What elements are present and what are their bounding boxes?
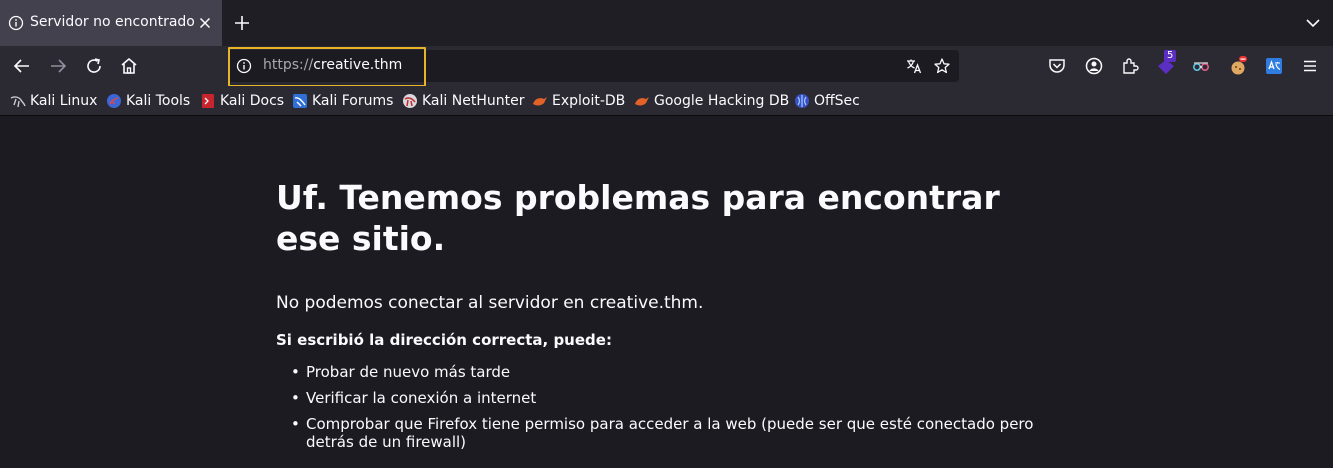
kali-forums-icon — [293, 94, 307, 108]
bookmark-kali-tools[interactable]: Kali Tools — [106, 92, 190, 110]
ghdb-icon — [635, 97, 649, 106]
bookmark-google-hacking-db[interactable]: Google Hacking DB — [634, 92, 789, 110]
bookmark-label: Exploit-DB — [552, 93, 626, 109]
translator-extension-icon[interactable] — [1264, 56, 1284, 76]
tab-strip: Servidor no encontrado — [0, 0, 1333, 46]
error-page: Uf. Tenemos problemas para encontrar ese… — [0, 117, 1333, 468]
forward-icon[interactable] — [48, 56, 68, 76]
bookmark-offsec[interactable]: OffSec — [794, 92, 860, 110]
bookmarks-toolbar: Kali Linux Kali Tools Kali Docs Kali For… — [0, 86, 1333, 116]
bookmark-label: Google Hacking DB — [654, 93, 790, 109]
close-tab-icon[interactable] — [196, 14, 214, 32]
account-icon[interactable] — [1084, 56, 1104, 76]
info-icon — [8, 15, 24, 31]
bookmark-exploit-db[interactable]: Exploit-DB — [532, 92, 625, 110]
url-host: creative.thm — [313, 57, 403, 73]
chevron-down-icon[interactable] — [1304, 14, 1322, 32]
error-title: Uf. Tenemos problemas para encontrar ese… — [276, 178, 1000, 258]
bookmark-label: Kali Tools — [126, 93, 191, 109]
bookmark-kali-docs[interactable]: Kali Docs — [200, 92, 284, 110]
extensions-icon[interactable] — [1120, 56, 1140, 76]
url-text[interactable]: https://creative.thm — [263, 57, 402, 73]
bookmark-label: Kali Docs — [220, 93, 285, 109]
suggestion-list: • Probar de nuevo más tarde • Verificar la… — [276, 363, 1056, 459]
active-tab[interactable]: Servidor no encontrado — [0, 0, 222, 46]
exploit-db-icon — [533, 97, 547, 106]
bookmark-kali-forums[interactable]: Kali Forums — [292, 92, 393, 110]
url-bar[interactable]: https://creative.thm — [228, 47, 959, 87]
glasses-extension-icon[interactable] — [1191, 56, 1211, 76]
kali-dragon-icon — [10, 96, 26, 108]
suggestion-text: Probar de nuevo más tarde — [306, 363, 511, 381]
error-description: No podemos conectar al servidor en creat… — [276, 293, 704, 313]
bookmark-star-icon[interactable] — [933, 57, 951, 75]
extension-purple[interactable]: 5 — [1156, 50, 1177, 76]
bookmark-label: Kali Forums — [312, 93, 394, 109]
bookmark-kali-linux[interactable]: Kali Linux — [10, 92, 97, 110]
cookie-extension-icon[interactable] — [1228, 56, 1248, 76]
translate-icon[interactable] — [905, 57, 923, 75]
back-icon[interactable] — [12, 56, 32, 76]
bookmark-label: Kali NetHunter — [422, 93, 525, 109]
navigation-toolbar: https://creative.thm 5 — [0, 46, 1333, 87]
error-subheading: Si escribió la dirección correcta, puede… — [276, 331, 612, 349]
kali-tools-icon — [107, 94, 121, 108]
tab-title: Servidor no encontrado — [30, 14, 195, 30]
reload-icon[interactable] — [84, 56, 104, 76]
nethunter-icon — [403, 94, 417, 108]
suggestion-item: • Probar de nuevo más tarde — [291, 363, 511, 381]
kali-docs-icon — [202, 94, 214, 108]
suggestion-item: • Verificar la conexión a internet — [291, 389, 537, 407]
pocket-icon[interactable] — [1047, 56, 1067, 76]
suggestion-text: Comprobar que Firefox tiene permiso para… — [306, 415, 1034, 451]
bookmark-label: Kali Linux — [30, 93, 98, 109]
site-info-icon[interactable] — [236, 58, 252, 74]
offsec-icon — [795, 94, 809, 108]
home-icon[interactable] — [119, 56, 139, 76]
menu-icon[interactable] — [1300, 56, 1320, 76]
suggestion-item: • Comprobar que Firefox tiene permiso par… — [291, 415, 1034, 451]
extension-badge: 5 — [1164, 50, 1177, 62]
url-scheme: https:// — [263, 57, 314, 73]
suggestion-text: Verificar la conexión a internet — [306, 389, 537, 407]
bookmark-label: OffSec — [814, 93, 860, 109]
bookmark-kali-nethunter[interactable]: Kali NetHunter — [402, 92, 524, 110]
new-tab-icon[interactable] — [232, 13, 252, 33]
